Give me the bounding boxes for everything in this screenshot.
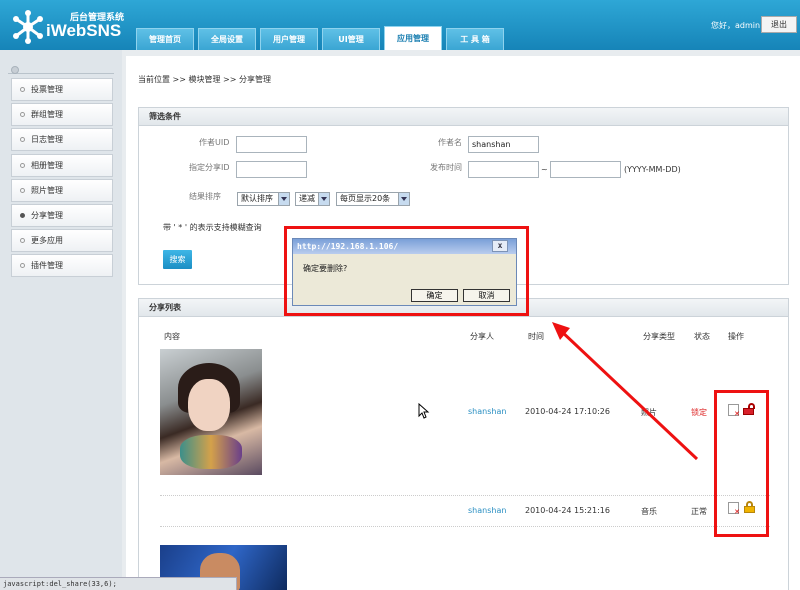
col-header-actions: 操作 [728,332,744,341]
sidebar-item-polls[interactable]: 投票管理 [11,78,113,101]
sidebar-item-plugins[interactable]: 插件管理 [11,254,113,278]
highlight-box-actions [714,390,769,537]
sidebar-item-shares[interactable]: 分享管理 [11,203,113,227]
bullet-icon [20,212,25,218]
user-greeting: 您好，admin [711,21,761,30]
sidebar-item-label: 照片管理 [31,185,63,195]
browser-status-bar: javascript:del_share(33,6); [0,577,237,590]
share-id-input[interactable] [236,161,307,178]
bullet-icon [20,137,25,143]
annotation-arrow [552,322,699,461]
bullet-icon [20,263,25,269]
mouse-cursor-icon [418,403,430,419]
row2-sharer-link[interactable]: shanshan [468,506,506,515]
sidebar-item-blogs[interactable]: 日志管理 [11,128,113,152]
sort-label: 结果排序 [189,192,221,201]
sidebar-item-label: 投票管理 [31,85,63,94]
sort-by-value: 默认排序 [241,194,273,203]
sidebar-item-label: 分享管理 [31,210,63,220]
top-nav: 管理首页 全局设置 用户管理 UI管理 应用管理 工 具 箱 [136,26,504,50]
date-separator: ~ [541,165,548,174]
collapse-icon [11,66,19,74]
chevron-down-icon [398,193,409,205]
logo-mark-icon [13,10,43,44]
bullet-icon [20,112,25,118]
author-name-input[interactable]: shanshan [468,136,539,153]
logo-text: iWebSNS [46,21,122,40]
bullet-icon [20,238,25,244]
confirm-dialog: http://192.168.1.106/ x 确定要删除? 确定 取消 [292,238,517,306]
sidebar-item-albums[interactable]: 相册管理 [11,153,113,177]
dialog-ok-button[interactable]: 确定 [411,289,458,302]
row1-sharer-link[interactable]: shanshan [468,407,506,416]
chevron-down-icon [318,193,329,205]
page-size-value: 每页显示20条 [340,194,391,203]
dialog-title-bar: http://192.168.1.106/ x [293,239,516,254]
sort-by-select[interactable]: 默认排序 [237,192,290,206]
bullet-icon [20,87,25,92]
publish-time-label: 发布时间 [430,163,462,172]
thumb-face [188,379,230,431]
row-separator [160,495,770,496]
sidebar-item-label: 插件管理 [31,261,63,271]
col-header-content: 内容 [164,332,180,341]
top-header: 后台管理系统 iWebSNS 管理首页 全局设置 用户管理 UI管理 应用管理 … [0,0,800,50]
search-button[interactable]: 搜索 [163,250,192,269]
sort-order-value: 递减 [299,194,315,203]
bullet-icon [20,187,25,193]
tab-app-management[interactable]: 应用管理 [384,26,442,50]
date-format-hint: (YYYY-MM-DD) [624,165,681,174]
row2-status: 正常 [691,507,707,516]
logout-button[interactable]: 退出 [761,16,797,33]
row2-type: 音乐 [641,507,657,516]
dialog-title: http://192.168.1.106/ [297,242,399,251]
page-size-select[interactable]: 每页显示20条 [336,192,410,206]
sidebar-item-more-apps[interactable]: 更多应用 [11,229,113,253]
fuzzy-search-hint: 带 ' * ' 的表示支持模糊查询 [163,223,262,232]
sidebar-item-label: 相册管理 [31,160,63,170]
sidebar-item-label: 日志管理 [31,135,63,145]
chevron-down-icon [278,193,289,205]
sidebar-item-photos[interactable]: 照片管理 [11,178,113,202]
sidebar-item-label: 更多应用 [31,236,63,246]
dialog-message: 确定要删除? [303,264,348,273]
share-thumbnail[interactable] [160,349,262,475]
author-name-label: 作者名 [438,138,462,147]
logo[interactable]: 后台管理系统 iWebSNS [10,8,140,44]
bullet-icon [20,162,25,168]
sort-order-select[interactable]: 递减 [295,192,330,206]
author-uid-label: 作者UID [199,138,230,147]
tab-toolbox[interactable]: 工 具 箱 [446,28,504,50]
dialog-cancel-button[interactable]: 取消 [463,289,510,302]
tab-home[interactable]: 管理首页 [136,28,194,50]
tab-ui-management[interactable]: UI管理 [322,28,380,50]
tab-global-settings[interactable]: 全局设置 [198,28,256,50]
row2-time: 2010-04-24 15:21:16 [525,506,610,515]
dialog-close-button[interactable]: x [492,240,508,252]
date-to-input[interactable] [550,161,621,178]
sidebar-item-groups[interactable]: 群组管理 [11,103,113,127]
share-id-label: 指定分享ID [189,163,230,172]
row-separator [160,526,770,527]
filter-panel-title: 筛选条件 [139,108,788,126]
sidebar-collapse-handle[interactable] [8,64,114,74]
sidebar-item-label: 群组管理 [31,110,63,120]
sidebar-menu: 投票管理 群组管理 日志管理 相册管理 照片管理 分享管理 更多应用 插件管理 [11,78,113,280]
thumb-scarf [180,435,242,469]
sidebar: 投票管理 群组管理 日志管理 相册管理 照片管理 分享管理 更多应用 插件管理 [0,50,122,590]
author-uid-input[interactable] [236,136,307,153]
breadcrumb: 当前位置 >> 模块管理 >> 分享管理 [138,75,271,84]
date-from-input[interactable] [468,161,539,178]
col-header-sharer: 分享人 [470,332,494,341]
tab-user-management[interactable]: 用户管理 [260,28,318,50]
